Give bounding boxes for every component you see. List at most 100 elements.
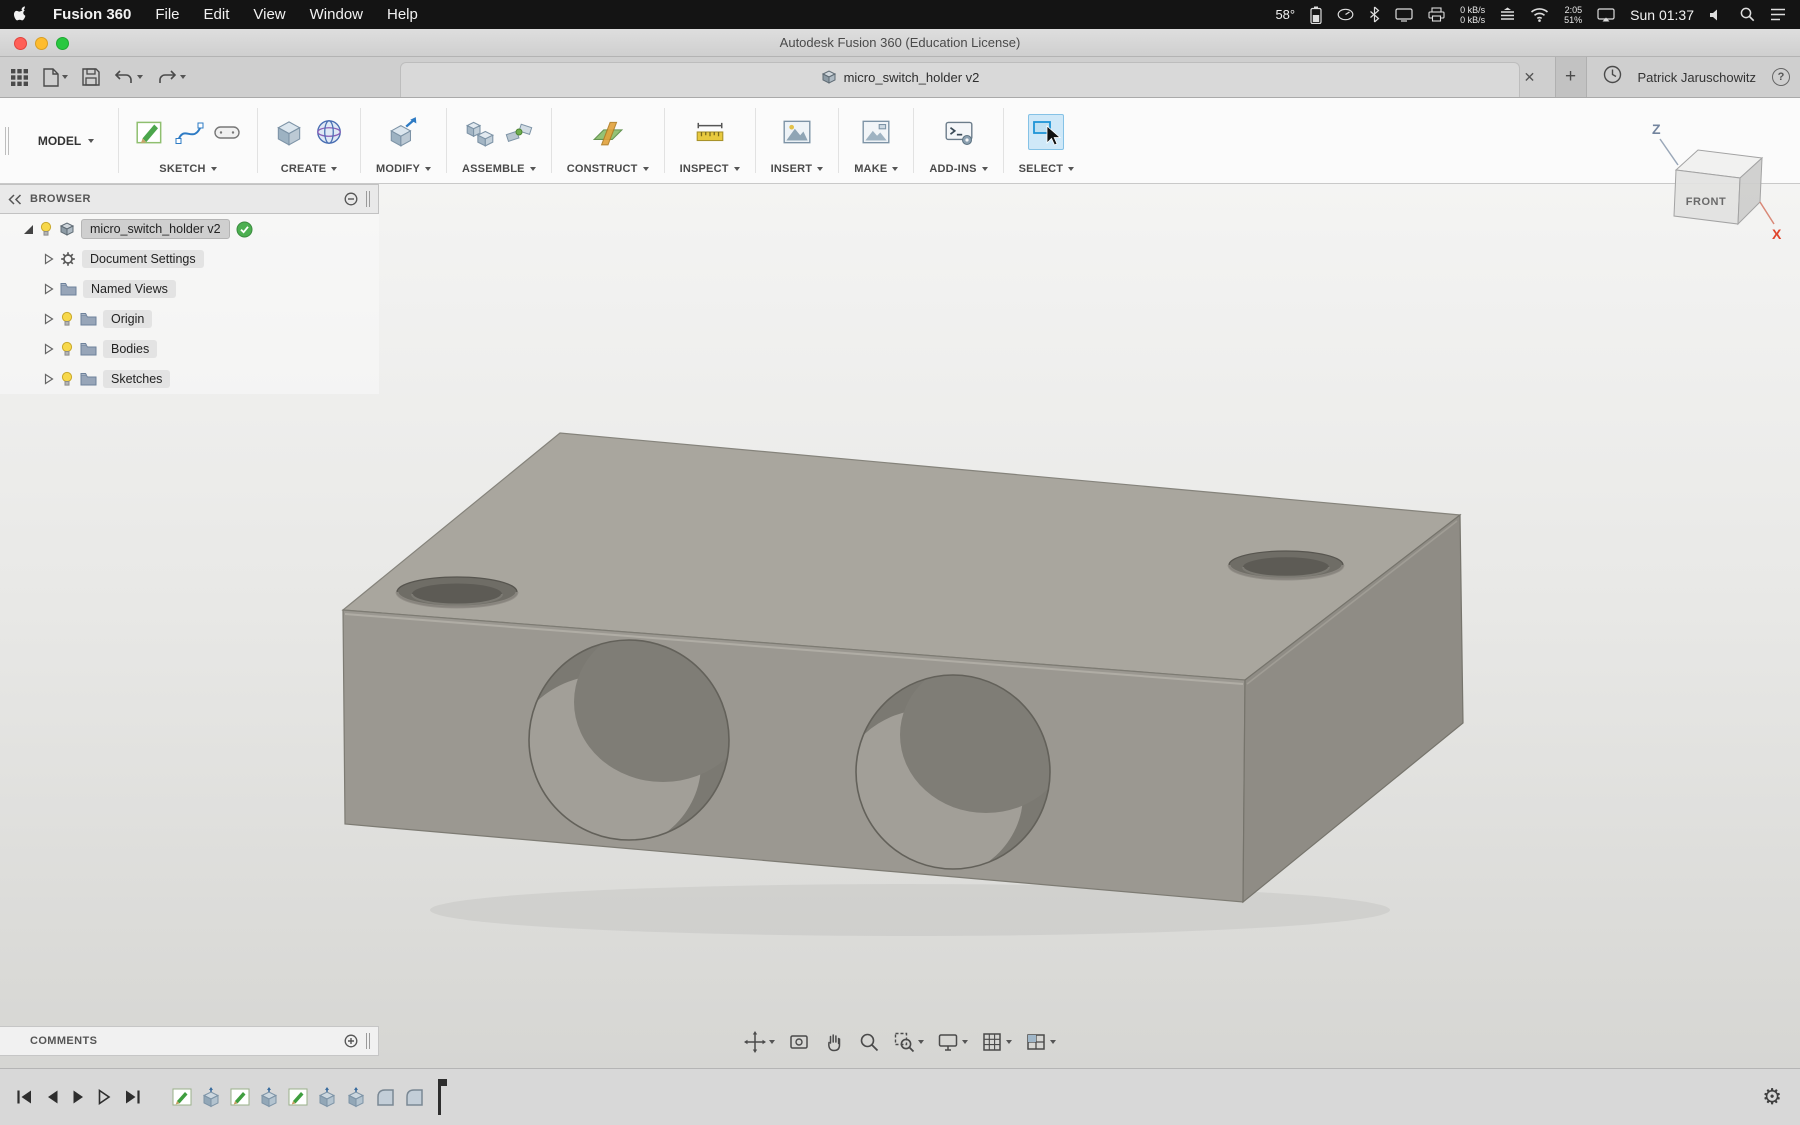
- browser-item-label[interactable]: Origin: [103, 310, 153, 328]
- display-settings-button[interactable]: [937, 1031, 968, 1053]
- top-hole-right[interactable]: [1227, 550, 1345, 581]
- lightbulb-icon[interactable]: [60, 311, 74, 328]
- browser-item-label[interactable]: Bodies: [103, 340, 158, 358]
- menu-file[interactable]: File: [155, 6, 179, 23]
- browser-item-document-settings[interactable]: Document Settings: [0, 244, 379, 274]
- browser-item-root[interactable]: micro_switch_holder v2: [0, 214, 379, 244]
- ribbon-group-dropdown[interactable]: SKETCH: [159, 159, 217, 179]
- ribbon-group-dropdown[interactable]: MODIFY: [376, 159, 431, 179]
- browser-item-label[interactable]: Sketches: [103, 370, 171, 388]
- comments-collapse-icon[interactable]: [344, 1034, 358, 1048]
- window-titlebar[interactable]: Autodesk Fusion 360 (Education License): [0, 29, 1800, 57]
- menubar-app-name[interactable]: Fusion 360: [53, 6, 131, 23]
- joint-icon[interactable]: [504, 117, 534, 147]
- grid-snaps-button[interactable]: [981, 1031, 1012, 1053]
- lightbulb-icon[interactable]: [60, 341, 74, 358]
- look-at-button[interactable]: [788, 1031, 810, 1053]
- viewcube-axis-z-label[interactable]: Z: [1652, 121, 1661, 137]
- new-body-box-icon[interactable]: [273, 116, 305, 148]
- user-account-button[interactable]: Patrick Jaruschowitz: [1638, 70, 1756, 85]
- select-tool-icon[interactable]: [1028, 113, 1065, 150]
- viewport-canvas[interactable]: BROWSER micro_switch_holder v2 Document …: [0, 184, 1800, 1068]
- timeline-playhead[interactable]: [438, 1079, 447, 1115]
- viewcube-axis-x-label[interactable]: X: [1772, 226, 1782, 242]
- history-clock-icon[interactable]: [1603, 65, 1622, 89]
- timeline-sketch-feature[interactable]: [229, 1086, 251, 1108]
- panel-grip[interactable]: [366, 1033, 370, 1049]
- ribbon-group-dropdown[interactable]: INSERT: [771, 159, 824, 179]
- browser-item-label[interactable]: Named Views: [83, 280, 176, 298]
- ribbon-grip[interactable]: [0, 98, 14, 183]
- pan-button[interactable]: [823, 1031, 845, 1053]
- search-icon[interactable]: [1740, 7, 1755, 22]
- play-button[interactable]: [72, 1089, 85, 1105]
- ribbon-group-dropdown[interactable]: INSPECT: [680, 159, 740, 179]
- scripts-addins-icon[interactable]: [943, 116, 975, 148]
- top-hole-left[interactable]: [395, 576, 519, 609]
- stack-icon[interactable]: [1500, 7, 1515, 22]
- display-mirror-icon[interactable]: [1395, 7, 1413, 22]
- measure-icon[interactable]: [694, 116, 726, 148]
- slot-icon[interactable]: [212, 117, 242, 147]
- step-back-button[interactable]: [46, 1089, 59, 1105]
- gear-icon[interactable]: ⚙: [1762, 1086, 1782, 1108]
- airplay-display-icon[interactable]: [1597, 7, 1615, 22]
- close-tab-button[interactable]: ✕: [1521, 69, 1539, 86]
- create-sketch-icon[interactable]: [134, 116, 166, 148]
- temperature-label[interactable]: 58°: [1275, 7, 1295, 22]
- primitive-sphere-icon[interactable]: [313, 116, 345, 148]
- apple-menu-icon[interactable]: [14, 6, 29, 23]
- disclosure-closed-icon[interactable]: [44, 283, 54, 295]
- timeline-extrude-feature[interactable]: [345, 1086, 367, 1108]
- new-tab-button[interactable]: +: [1554, 57, 1587, 97]
- viewports-button[interactable]: [1025, 1031, 1056, 1053]
- orbit-button[interactable]: [744, 1031, 775, 1053]
- menu-help[interactable]: Help: [387, 6, 418, 23]
- panel-grip[interactable]: [366, 191, 370, 207]
- construction-plane-icon[interactable]: [592, 116, 624, 148]
- browser-item-label[interactable]: Document Settings: [82, 250, 204, 268]
- fit-button[interactable]: [893, 1031, 924, 1053]
- wifi-icon[interactable]: [1530, 7, 1549, 22]
- battery-icon[interactable]: [1310, 6, 1322, 24]
- timeline-fillet-feature[interactable]: [403, 1086, 425, 1108]
- disclosure-closed-icon[interactable]: [44, 253, 54, 265]
- browser-item-origin[interactable]: Origin: [0, 304, 379, 334]
- comments-bar[interactable]: COMMENTS: [0, 1026, 379, 1056]
- zoom-button[interactable]: [858, 1031, 880, 1053]
- disclosure-closed-icon[interactable]: [44, 313, 54, 325]
- new-component-icon[interactable]: [464, 116, 496, 148]
- timeline-fillet-feature[interactable]: [374, 1086, 396, 1108]
- panel-minus-icon[interactable]: [344, 192, 358, 206]
- lightbulb-icon[interactable]: [39, 221, 53, 238]
- menu-window[interactable]: Window: [310, 6, 363, 23]
- browser-item-bodies[interactable]: Bodies: [0, 334, 379, 364]
- timeline-extrude-feature[interactable]: [316, 1086, 338, 1108]
- datetime-label[interactable]: Sun 01:37: [1630, 7, 1694, 23]
- lightbulb-icon[interactable]: [60, 371, 74, 388]
- network-speed[interactable]: 0 kB/s 0 kB/s: [1460, 5, 1485, 25]
- volume-icon[interactable]: [1709, 8, 1725, 22]
- go-to-end-button[interactable]: [124, 1089, 141, 1105]
- browser-root-label[interactable]: micro_switch_holder v2: [81, 219, 230, 239]
- timeline-extrude-feature[interactable]: [200, 1086, 222, 1108]
- gauge-icon[interactable]: [1337, 6, 1354, 23]
- insert-image-icon[interactable]: [781, 116, 813, 148]
- disclosure-closed-icon[interactable]: [44, 373, 54, 385]
- timeline-sketch-feature[interactable]: [171, 1086, 193, 1108]
- ribbon-group-dropdown[interactable]: SELECT: [1019, 159, 1075, 179]
- help-button[interactable]: ?: [1772, 68, 1790, 86]
- collapse-panel-icon[interactable]: [8, 193, 22, 205]
- bluetooth-icon[interactable]: [1369, 6, 1380, 23]
- ribbon-group-dropdown[interactable]: CREATE: [281, 159, 338, 179]
- ribbon-group-dropdown[interactable]: CONSTRUCT: [567, 159, 649, 179]
- ribbon-group-dropdown[interactable]: ASSEMBLE: [462, 159, 536, 179]
- step-forward-button[interactable]: [98, 1089, 111, 1105]
- timeline-extrude-feature[interactable]: [258, 1086, 280, 1108]
- go-to-start-button[interactable]: [16, 1089, 33, 1105]
- ribbon-group-dropdown[interactable]: ADD-INS: [929, 159, 988, 179]
- printer-icon[interactable]: [1428, 7, 1445, 22]
- notification-list-icon[interactable]: [1770, 8, 1786, 21]
- clock-battery-stats[interactable]: 2:05 51%: [1564, 5, 1582, 25]
- ribbon-group-dropdown[interactable]: MAKE: [854, 159, 899, 179]
